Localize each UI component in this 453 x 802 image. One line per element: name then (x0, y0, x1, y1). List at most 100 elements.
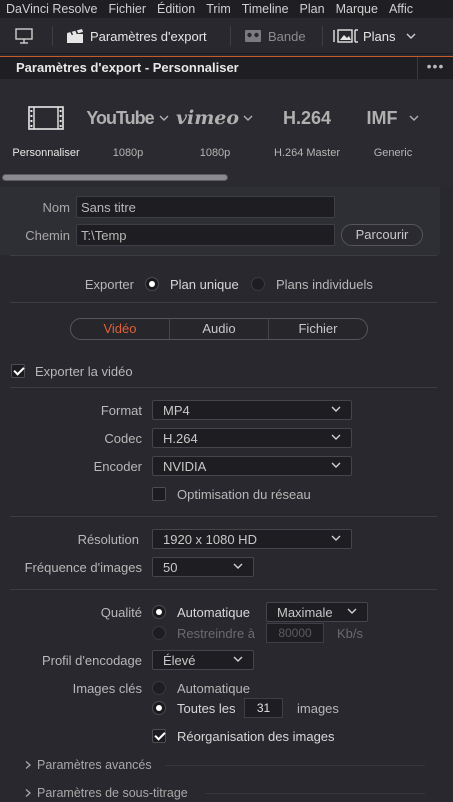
keyframes-interval-field[interactable]: 31 (244, 698, 283, 718)
divider (165, 765, 425, 766)
preset-label: 1080p (199, 147, 231, 159)
export-label: Exporter (84, 277, 134, 292)
keyframes-unit: images (297, 701, 339, 716)
format-value: MP4 (163, 403, 190, 418)
format-select[interactable]: MP4 (152, 400, 352, 420)
framerate-select[interactable]: 50 (152, 557, 254, 577)
more-options-button[interactable]: ••• (417, 57, 453, 79)
path-label: Chemin (25, 228, 70, 243)
framerate-value: 50 (163, 560, 178, 575)
toolbar: Paramètres d'export Bande Plans (0, 18, 453, 54)
profile-value: Élevé (163, 653, 196, 668)
frame-reorder-checkbox[interactable] (152, 729, 166, 743)
preset-custom[interactable]: Personnaliser (1, 79, 91, 169)
monitor-icon (15, 28, 33, 44)
advanced-settings-toggle[interactable]: Paramètres avancés (23, 758, 152, 772)
preset-strip: Personnaliser YouTube 1080p vimeo 1080p … (0, 79, 453, 187)
menu-timeline[interactable]: Timeline (236, 2, 294, 16)
profile-select[interactable]: Élevé (152, 650, 254, 670)
menu-clip[interactable]: Plan (294, 2, 330, 16)
quality-auto-label: Automatique (177, 605, 250, 620)
output-tabs: Vidéo Audio Fichier (70, 318, 368, 340)
keyframes-auto-label: Automatique (177, 681, 250, 696)
tape-icon (245, 30, 261, 42)
name-field[interactable]: Sans titre (76, 196, 335, 218)
chevron-down-icon (347, 608, 357, 614)
divider (10, 387, 437, 388)
panel-title: Paramètres d'export - Personnaliser (16, 60, 239, 75)
export-video-checkbox[interactable] (11, 364, 25, 378)
network-optimization-checkbox[interactable] (152, 487, 166, 501)
band-button[interactable]: Bande (244, 18, 306, 54)
single-clip-radio[interactable] (145, 277, 159, 291)
bitrate-field[interactable]: 80000 (266, 623, 324, 643)
preset-youtube[interactable]: YouTube 1080p (83, 79, 173, 169)
codec-value: H.264 (163, 431, 198, 446)
encoder-value: NVIDIA (163, 459, 207, 474)
chevron-down-icon (331, 406, 341, 412)
preset-label: H.264 Master (273, 147, 341, 159)
single-clip-label: Plan unique (170, 277, 239, 292)
chevron-down-icon (159, 115, 169, 121)
imf-logo: IMF (348, 101, 438, 135)
youtube-logo: YouTube (83, 101, 173, 135)
tab-video[interactable]: Vidéo (71, 319, 169, 339)
individual-clips-label: Plans individuels (276, 277, 373, 292)
export-settings-button[interactable]: Paramètres d'export (66, 18, 207, 54)
format-label: Format (100, 403, 142, 418)
chevron-down-icon (331, 434, 341, 440)
resolution-label: Résolution (77, 532, 139, 547)
encoder-label: Encoder (93, 459, 142, 474)
quality-level-select[interactable]: Maximale (266, 602, 368, 622)
preset-label: Generic (373, 147, 413, 159)
keyframes-every-radio[interactable] (152, 701, 166, 715)
divider (10, 589, 437, 590)
monitor-button[interactable] (14, 18, 34, 54)
divider (10, 516, 437, 517)
quality-auto-radio[interactable] (152, 605, 166, 619)
subtitle-settings-toggle[interactable]: Paramètres de sous-titrage (23, 786, 188, 800)
framerate-label: Fréquence d'images (24, 560, 142, 575)
preset-vimeo[interactable]: vimeo 1080p (170, 79, 260, 169)
path-field[interactable]: T:\Temp (76, 224, 335, 246)
h264-logo: H.264 (282, 107, 332, 128)
preset-h264[interactable]: H.264 H.264 Master (262, 79, 352, 169)
divider (10, 302, 437, 303)
network-optimization-label: Optimisation du réseau (177, 487, 311, 502)
keyframes-auto-radio[interactable] (152, 681, 166, 695)
divider (10, 255, 437, 256)
codec-label: Codec (104, 431, 142, 446)
clapperboard-icon (67, 29, 83, 43)
quality-restrict-radio[interactable] (152, 626, 166, 640)
export-video-label: Exporter la vidéo (35, 364, 133, 379)
panel-header: Paramètres d'export - Personnaliser ••• (0, 56, 453, 79)
menu-view[interactable]: Affic (383, 2, 418, 16)
menu-file[interactable]: Fichier (102, 2, 151, 16)
keyframes-every-label: Toutes les (177, 701, 236, 716)
chevron-down-icon (331, 462, 341, 468)
preset-imf[interactable]: IMF Generic (348, 79, 438, 169)
resolution-select[interactable]: 1920 x 1080 HD (152, 529, 352, 549)
menu-mark[interactable]: Marque (330, 2, 383, 16)
menu-trim[interactable]: Trim (200, 2, 236, 16)
quality-level-value: Maximale (277, 605, 333, 620)
band-label: Bande (268, 28, 306, 44)
individual-clips-radio[interactable] (251, 277, 265, 291)
codec-select[interactable]: H.264 (152, 428, 352, 448)
encoder-select[interactable]: NVIDIA (152, 456, 352, 476)
preset-scrollbar[interactable] (2, 174, 228, 181)
menu-edit[interactable]: Édition (151, 2, 200, 16)
tab-audio[interactable]: Audio (169, 319, 268, 339)
browse-button[interactable]: Parcourir (341, 224, 423, 246)
chevron-right-icon (25, 761, 31, 769)
divider (205, 793, 425, 794)
clips-button[interactable]: Plans (332, 18, 418, 54)
chevron-down-icon (233, 656, 243, 662)
chevron-down-icon (406, 33, 416, 39)
menu-app[interactable]: DaVinci Resolve (0, 2, 102, 16)
tab-file[interactable]: Fichier (268, 319, 367, 339)
export-settings-label: Paramètres d'export (90, 28, 207, 44)
profile-label: Profil d'encodage (41, 653, 142, 668)
name-label: Nom (42, 200, 70, 215)
frame-reorder-label: Réorganisation des images (177, 729, 335, 744)
